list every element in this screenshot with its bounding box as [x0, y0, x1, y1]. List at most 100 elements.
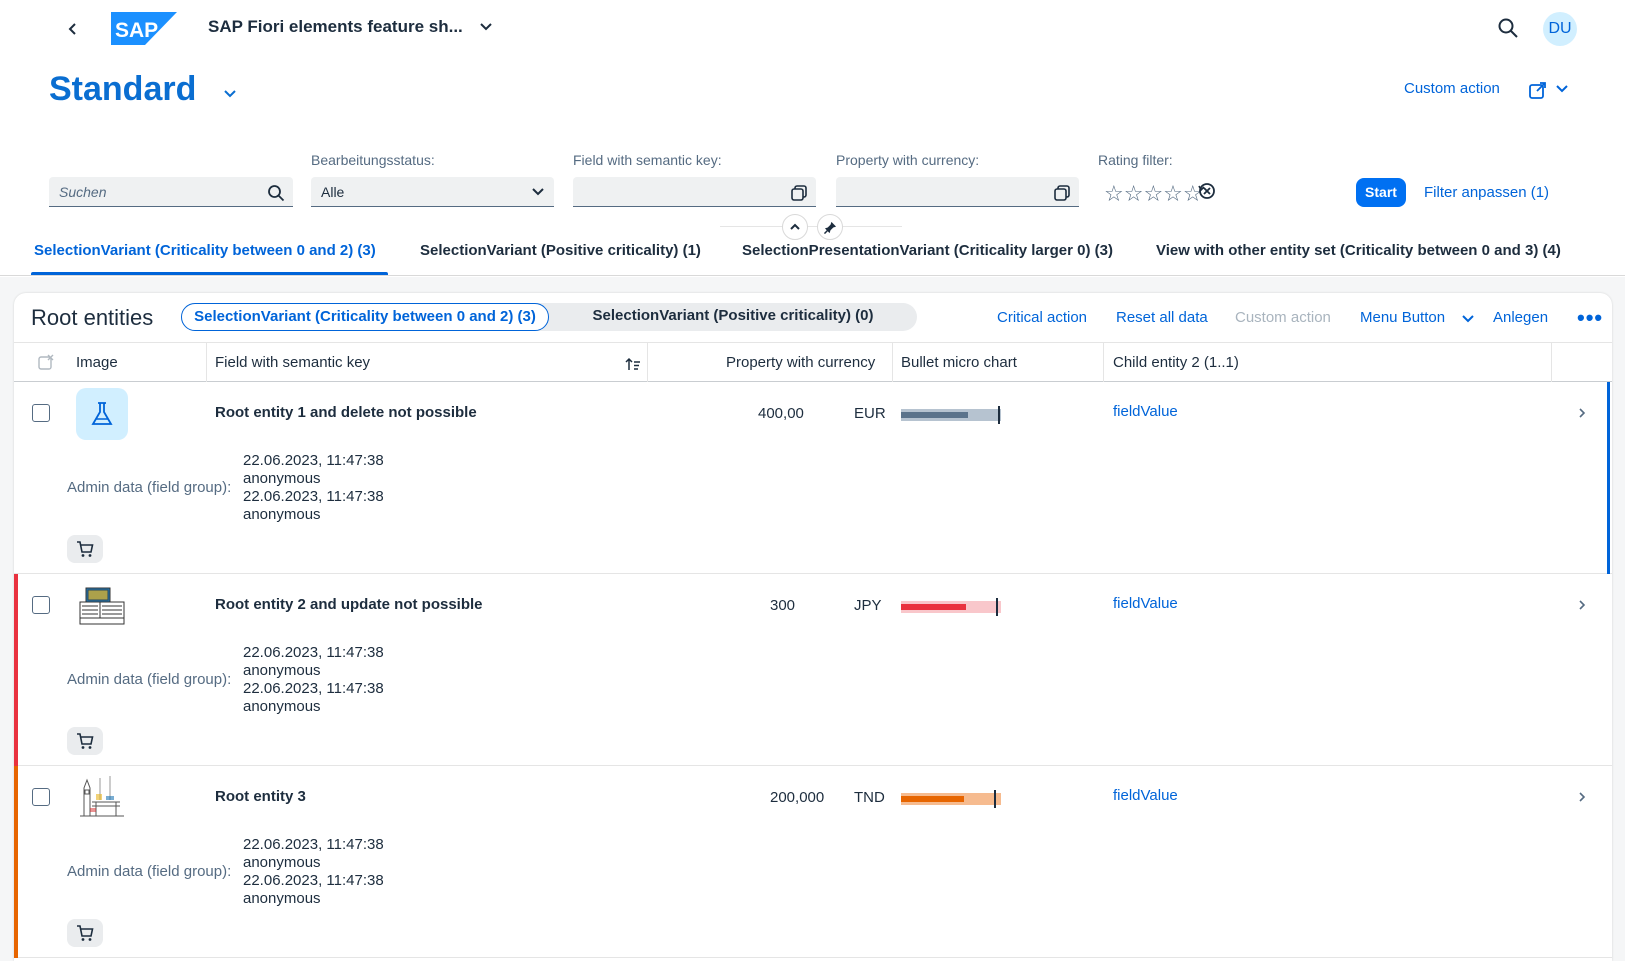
column-separator	[1551, 343, 1552, 382]
search-placeholder: Suchen	[59, 184, 107, 200]
search-icon[interactable]	[1496, 16, 1520, 40]
custom-action-disabled-button[interactable]: Custom action	[1235, 309, 1331, 326]
tab-criticality-larger-0[interactable]: SelectionPresentationVariant (Criticalit…	[742, 242, 1113, 259]
tab-other-entity-set[interactable]: View with other entity set (Criticality …	[1156, 242, 1561, 259]
column-header-semantic-key[interactable]: Field with semantic key	[215, 343, 370, 382]
semantic-key-input[interactable]	[573, 177, 816, 207]
admin-data-values: 22.06.2023, 11:47:38 anonymous 22.06.202…	[243, 644, 384, 716]
divider	[720, 226, 902, 227]
search-input[interactable]: Suchen	[49, 177, 293, 207]
table-title: Root entities	[31, 305, 154, 330]
cart-icon	[77, 733, 94, 749]
table-row[interactable]: Root entity 2 and update not possible 30…	[14, 574, 1612, 766]
sap-logo-text: SAP	[115, 19, 158, 42]
pin-icon	[824, 221, 837, 234]
bullet-value-bar	[901, 796, 964, 802]
cart-icon	[77, 541, 94, 557]
custom-action-button[interactable]: Custom action	[1404, 80, 1500, 97]
column-header-currency[interactable]: Property with currency	[726, 343, 875, 382]
cart-button[interactable]	[67, 919, 103, 947]
tab-criticality-0-2[interactable]: SelectionVariant (Criticality between 0 …	[34, 242, 376, 259]
app-title[interactable]: SAP Fiori elements feature sh...	[208, 17, 463, 37]
adapt-filters-button[interactable]: Filter anpassen (1)	[1424, 184, 1549, 201]
rating-stars[interactable]: ☆☆☆☆☆	[1104, 181, 1203, 207]
variant-chevron-down-icon[interactable]	[222, 86, 238, 102]
value-help-icon[interactable]	[790, 184, 808, 202]
amount-value: 400,00	[758, 405, 804, 422]
share-icon[interactable]	[1528, 80, 1548, 100]
currency-input[interactable]	[836, 177, 1079, 207]
create-button[interactable]: Anlegen	[1493, 309, 1548, 326]
child-entity-link[interactable]: fieldValue	[1113, 403, 1178, 420]
user-avatar[interactable]: DU	[1543, 12, 1577, 46]
share-chevron-down-icon[interactable]	[1555, 82, 1569, 96]
navigation-chevron-icon[interactable]	[1575, 790, 1589, 804]
created-at: 22.06.2023, 11:47:38	[243, 644, 384, 661]
currency-code: EUR	[854, 405, 886, 422]
editing-status-select[interactable]: Alle	[311, 177, 554, 207]
critical-action-button[interactable]: Critical action	[997, 309, 1087, 326]
row-checkbox[interactable]	[32, 788, 50, 806]
column-header-image[interactable]: Image	[76, 343, 118, 382]
bullet-micro-chart	[901, 406, 1001, 424]
currency-code: JPY	[854, 597, 882, 614]
menu-chevron-down-icon[interactable]	[1461, 312, 1475, 326]
chevron-down-icon	[532, 188, 544, 196]
admin-data-label: Admin data (field group):	[67, 671, 232, 688]
amount-value: 300	[770, 597, 796, 614]
column-header-bullet-chart[interactable]: Bullet micro chart	[901, 343, 1017, 382]
sap-logo: SAP	[111, 12, 177, 45]
row-checkbox[interactable]	[32, 596, 50, 614]
bullet-value-bar	[901, 412, 968, 418]
table-row[interactable]: Root entity 1 and delete not possible 40…	[14, 382, 1612, 574]
semantic-key-label: Field with semantic key:	[573, 152, 722, 168]
criticality-indicator	[14, 766, 18, 958]
column-separator	[206, 343, 207, 382]
sort-ascending-icon	[625, 357, 640, 370]
menu-button[interactable]: Menu Button	[1360, 309, 1445, 326]
row-checkbox[interactable]	[32, 404, 50, 422]
navigated-row-indicator	[1607, 382, 1610, 574]
bullet-micro-chart	[901, 598, 1001, 616]
chevron-down-icon[interactable]	[478, 19, 494, 35]
amount-value: 200,000	[770, 789, 825, 806]
cart-button[interactable]	[67, 535, 103, 563]
select-all-icon[interactable]	[38, 354, 54, 370]
navigation-chevron-icon[interactable]	[1575, 598, 1589, 612]
containers-picture	[79, 587, 125, 625]
table-header: Image Field with semantic key Property w…	[14, 342, 1612, 382]
chevron-left-icon	[68, 23, 76, 35]
london-sketch-picture	[80, 776, 124, 817]
cart-icon	[77, 925, 94, 941]
row-title: Root entity 1 and delete not possible	[215, 404, 477, 421]
reset-icon[interactable]	[1197, 181, 1217, 201]
column-separator	[1103, 343, 1104, 382]
tab-positive-criticality[interactable]: SelectionVariant (Positive criticality) …	[420, 242, 701, 259]
currency-code: TND	[854, 789, 885, 806]
variant-title[interactable]: Standard	[49, 70, 196, 109]
child-entity-link[interactable]: fieldValue	[1113, 595, 1178, 612]
row-title: Root entity 2 and update not possible	[215, 596, 483, 613]
segment-criticality-0-2[interactable]: SelectionVariant (Criticality between 0 …	[181, 303, 549, 331]
created-by: anonymous	[243, 662, 321, 679]
reset-all-data-button[interactable]: Reset all data	[1116, 309, 1208, 326]
overflow-icon[interactable]: •••	[1577, 305, 1603, 331]
segmented-button: SelectionVariant (Criticality between 0 …	[181, 303, 917, 331]
cart-button[interactable]	[67, 727, 103, 755]
bullet-target-marker	[994, 790, 996, 808]
search-icon[interactable]	[267, 184, 285, 202]
start-button[interactable]: Start	[1356, 178, 1406, 207]
column-separator	[647, 343, 648, 382]
row-title: Root entity 3	[215, 788, 306, 805]
table-row[interactable]: Root entity 3 200,000 TND fieldValue Adm…	[14, 766, 1612, 958]
back-button[interactable]	[62, 16, 84, 42]
active-tab-indicator	[31, 272, 388, 275]
navigation-chevron-icon[interactable]	[1575, 406, 1589, 420]
column-header-child-entity[interactable]: Child entity 2 (1..1)	[1113, 343, 1239, 382]
changed-at: 22.06.2023, 11:47:38	[243, 872, 384, 889]
segment-positive-criticality[interactable]: SelectionVariant (Positive criticality) …	[549, 303, 917, 331]
child-entity-link[interactable]: fieldValue	[1113, 787, 1178, 804]
currency-label: Property with currency:	[836, 152, 980, 168]
value-help-icon[interactable]	[1053, 184, 1071, 202]
flask-icon	[76, 388, 128, 440]
